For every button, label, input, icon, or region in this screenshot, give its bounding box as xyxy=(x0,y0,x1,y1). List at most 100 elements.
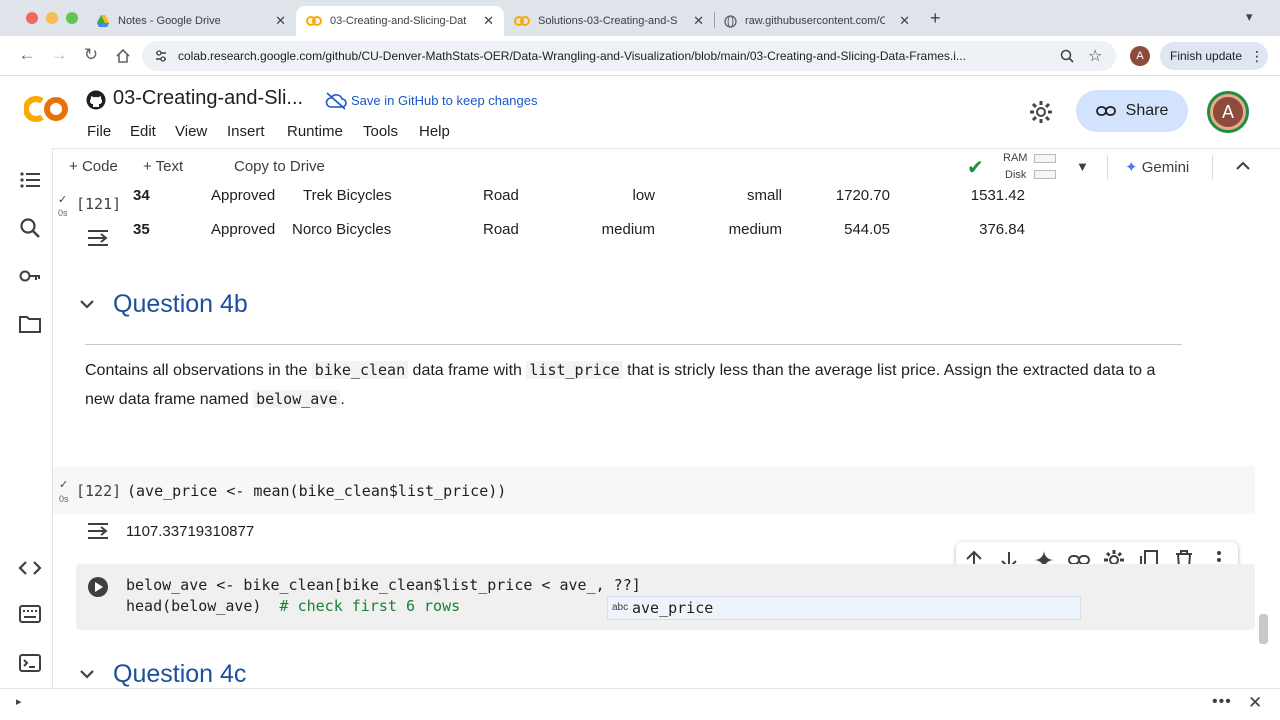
new-tab-icon[interactable]: + xyxy=(930,8,941,29)
menu-runtime[interactable]: Runtime xyxy=(287,123,343,140)
more-vert-icon[interactable]: ⋮ xyxy=(1250,48,1264,65)
close-status-icon[interactable]: ✕ xyxy=(1248,693,1262,713)
description-text: Contains all observations in the xyxy=(85,362,312,379)
colab-icon xyxy=(514,16,530,26)
more-horiz-icon[interactable]: ••• xyxy=(1212,693,1232,711)
menu-file[interactable]: File xyxy=(87,123,111,140)
collapse-section-chevron-icon[interactable] xyxy=(80,299,94,309)
exec-time: 0s xyxy=(58,208,68,218)
table-cell-category: Road xyxy=(483,187,519,204)
forward-icon[interactable]: → xyxy=(48,45,70,65)
close-tab-icon[interactable]: ✕ xyxy=(693,13,704,29)
autocomplete-popup[interactable]: abc ave_price xyxy=(607,596,1081,620)
window-zoom-dot[interactable] xyxy=(66,12,78,24)
output-options-icon[interactable] xyxy=(86,521,110,541)
close-tab-icon[interactable]: ✕ xyxy=(483,13,494,29)
command-palette-icon[interactable] xyxy=(18,602,42,626)
notebook-title[interactable]: 03-Creating-and-Sli... xyxy=(113,87,303,110)
table-cell-brand: Norco Bicycles xyxy=(292,221,392,238)
table-cell-index: 35 xyxy=(133,221,150,238)
window-close-dot[interactable] xyxy=(26,12,38,24)
settings-gear-icon[interactable] xyxy=(1029,100,1053,124)
home-icon[interactable] xyxy=(112,48,134,64)
autocomplete-suggestion[interactable]: ave_price xyxy=(632,599,713,617)
cell-done-check-icon: ✓ xyxy=(59,479,69,491)
output-options-icon[interactable] xyxy=(86,228,110,248)
table-cell-level: low xyxy=(632,187,655,204)
bookmark-star-icon[interactable]: ☆ xyxy=(1088,46,1102,66)
run-cell-play-icon[interactable] xyxy=(87,576,109,598)
heading-rule xyxy=(85,344,1182,345)
left-sidebar-rail xyxy=(0,148,53,688)
browser-tab-drive[interactable]: Notes - Google Drive ✕ xyxy=(86,6,296,36)
secrets-key-icon[interactable] xyxy=(18,264,42,288)
table-cell-category: Road xyxy=(483,221,519,238)
code-cell[interactable]: ✓ 0s [122] (ave_price <- mean(bike_clean… xyxy=(53,466,1255,514)
save-in-github-link[interactable]: Save in GitHub to keep changes xyxy=(351,93,537,108)
reload-icon[interactable]: ↻ xyxy=(80,45,102,65)
expand-status-icon[interactable]: ▸ xyxy=(16,695,22,708)
files-folder-icon[interactable] xyxy=(18,312,42,336)
add-text-button[interactable]: + Text xyxy=(143,158,183,175)
colab-logo[interactable] xyxy=(24,94,70,124)
account-avatar[interactable]: A xyxy=(1207,91,1249,133)
toolbar-divider xyxy=(1212,155,1213,179)
share-label: Share xyxy=(1125,102,1169,119)
connected-check-icon: ✔ xyxy=(967,157,984,179)
inline-code: below_ave xyxy=(253,390,341,408)
google-drive-icon xyxy=(97,15,109,27)
code-line[interactable]: head(below_ave) # check first 6 rows xyxy=(126,597,460,615)
menu-view[interactable]: View xyxy=(175,123,207,140)
globe-icon xyxy=(724,14,737,28)
copy-to-drive-button[interactable]: Copy to Drive xyxy=(234,158,325,175)
suggestion-kind-label: abc xyxy=(612,602,629,613)
code-text: head(below_ave) xyxy=(126,597,280,615)
inline-code: bike_clean xyxy=(311,361,409,379)
terminal-icon[interactable] xyxy=(18,651,42,675)
colab-icon xyxy=(306,16,322,26)
close-tab-icon[interactable]: ✕ xyxy=(899,13,910,29)
browser-tab-solutions[interactable]: Solutions-03-Creating-and-S ✕ xyxy=(504,6,714,36)
collapse-header-icon[interactable] xyxy=(1236,161,1250,171)
finish-update-button[interactable]: Finish update ⋮ xyxy=(1160,42,1268,70)
back-icon[interactable]: ← xyxy=(16,45,38,65)
link-icon xyxy=(1095,106,1116,116)
gemini-button[interactable]: ✦ Gemini xyxy=(1125,158,1189,176)
search-icon[interactable] xyxy=(18,216,42,240)
url-text: colab.research.google.com/github/CU-Denv… xyxy=(178,49,966,63)
share-button[interactable]: Share xyxy=(1076,90,1188,132)
zoom-icon[interactable] xyxy=(1060,49,1074,63)
browser-toolbar: ← → ↻ colab.research.google.com/github/C… xyxy=(0,36,1280,76)
code-line[interactable]: (ave_price <- mean(bike_clean$list_price… xyxy=(127,482,506,500)
tab-search-icon[interactable]: ▾ xyxy=(1246,9,1253,25)
add-code-button[interactable]: + Code xyxy=(69,158,118,175)
inline-code: list_price xyxy=(526,361,623,379)
window-minimize-dot[interactable] xyxy=(46,12,58,24)
plus-icon: + xyxy=(69,158,82,175)
runtime-dropdown-icon[interactable]: ▼ xyxy=(1076,159,1089,174)
table-cell-list-price: 1720.70 xyxy=(835,187,890,204)
browser-tab-strip: Notes - Google Drive ✕ 03-Creating-and-S… xyxy=(0,0,1280,36)
collapse-section-chevron-icon[interactable] xyxy=(80,669,94,679)
tab-title: Solutions-03-Creating-and-S xyxy=(538,15,678,27)
plus-icon: + xyxy=(143,158,156,175)
menu-tools[interactable]: Tools xyxy=(363,123,398,140)
status-bar: ▸ ••• ✕ xyxy=(0,688,1280,720)
toolbar-divider xyxy=(1107,155,1108,179)
site-settings-icon[interactable] xyxy=(154,49,168,63)
menu-insert[interactable]: Insert xyxy=(227,123,265,140)
description-text: data frame with xyxy=(408,362,527,379)
menu-help[interactable]: Help xyxy=(419,123,450,140)
close-tab-icon[interactable]: ✕ xyxy=(275,13,286,29)
profile-avatar[interactable]: A xyxy=(1130,46,1150,66)
tab-title: Notes - Google Drive xyxy=(118,15,221,27)
menu-edit[interactable]: Edit xyxy=(130,123,156,140)
table-of-contents-icon[interactable] xyxy=(18,168,42,192)
address-bar[interactable]: colab.research.google.com/github/CU-Denv… xyxy=(142,41,1116,71)
browser-tab-raw[interactable]: raw.githubusercontent.com/C ✕ xyxy=(714,6,920,36)
scrollbar-thumb[interactable] xyxy=(1259,614,1268,644)
browser-tab-colab-active[interactable]: 03-Creating-and-Slicing-Dat ✕ xyxy=(296,6,504,36)
code-snippets-icon[interactable] xyxy=(18,556,42,580)
code-line[interactable]: below_ave <- bike_clean[bike_clean$list_… xyxy=(126,576,641,594)
cloud-off-icon xyxy=(325,92,347,110)
